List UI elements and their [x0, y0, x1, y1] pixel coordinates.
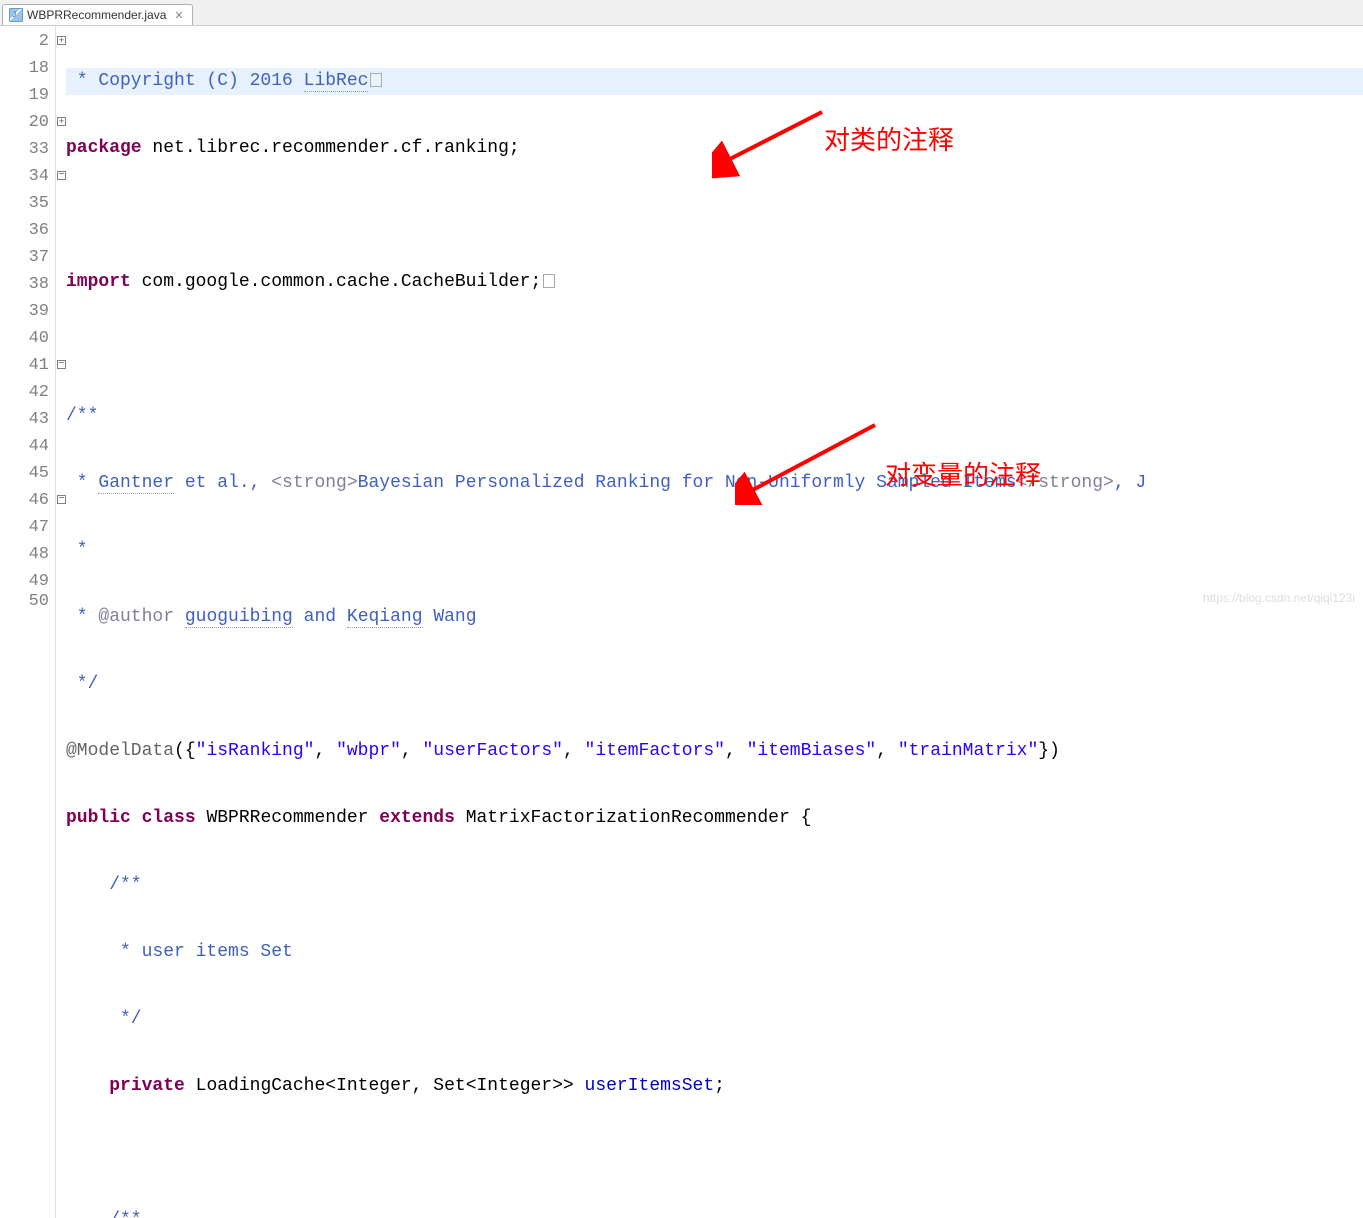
fold-icon[interactable]: − — [57, 495, 66, 504]
tab-filename: WBPRRecommender.java — [27, 8, 166, 22]
fold-icon[interactable]: + — [57, 117, 66, 126]
fold-icon[interactable]: + — [57, 36, 66, 45]
code-area[interactable]: * Copyright (C) 2016 LibRec package net.… — [56, 26, 1363, 1218]
tab-bar: WBPRRecommender.java ✕ — [0, 0, 1363, 26]
code-editor[interactable]: 2+ 18 19 20+ 33 34− 35 36 37 38 39 40 41… — [0, 26, 1363, 1218]
fold-box-icon — [370, 73, 382, 87]
fold-box-icon — [543, 274, 555, 288]
line-gutter: 2+ 18 19 20+ 33 34− 35 36 37 38 39 40 41… — [0, 26, 56, 1218]
editor-tab[interactable]: WBPRRecommender.java ✕ — [2, 4, 193, 25]
fold-icon[interactable]: − — [57, 171, 66, 180]
fold-icon[interactable]: − — [57, 360, 66, 369]
java-file-icon — [9, 8, 23, 22]
close-icon[interactable]: ✕ — [174, 9, 183, 22]
